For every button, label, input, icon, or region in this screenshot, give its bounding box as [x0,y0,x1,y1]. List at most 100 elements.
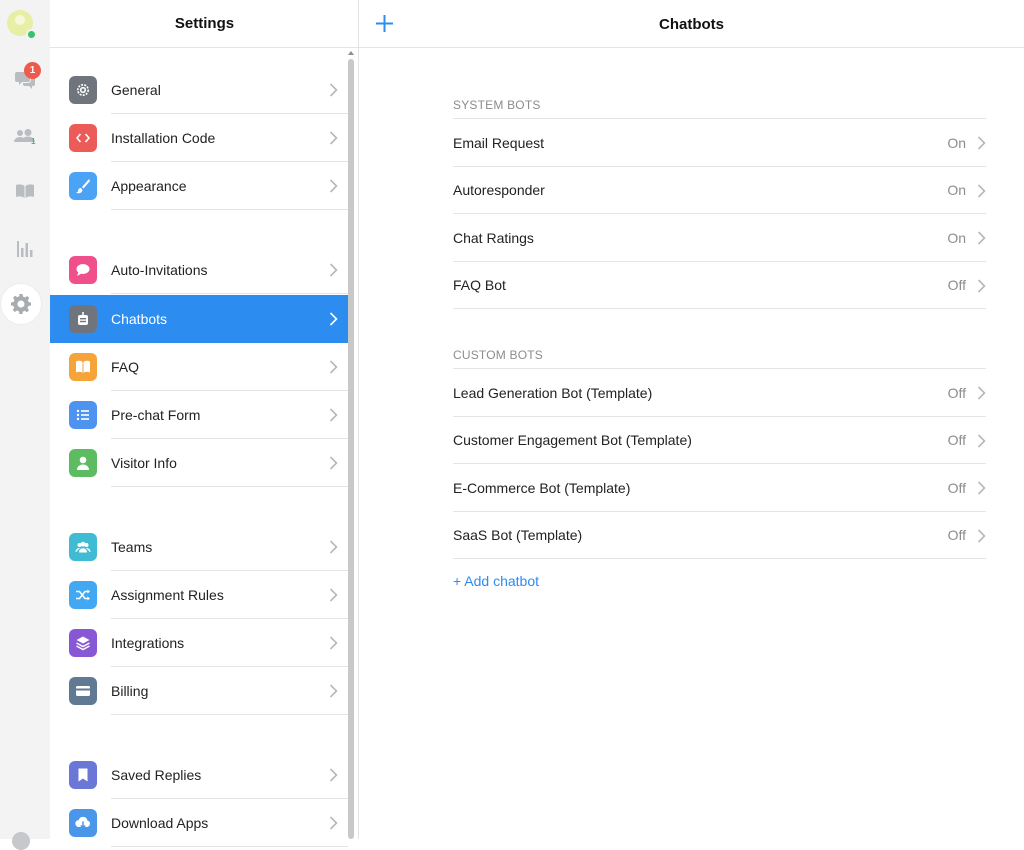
profile-menu-icon[interactable] [12,832,30,850]
settings-item-label: Appearance [111,178,187,194]
settings-item-billing[interactable]: Billing [50,667,348,715]
settings-item-label: Download Apps [111,815,209,831]
system-bots-heading: SYSTEM BOTS [453,98,541,112]
chevron-right-icon [329,360,338,374]
chevron-right-icon [977,433,986,448]
custom-bots-heading: CUSTOM BOTS [453,348,543,362]
settings-item-label: Pre-chat Form [111,407,201,423]
bot-row-e-commerce-bot-template[interactable]: E-Commerce Bot (Template) Off [453,463,986,511]
settings-item-teams[interactable]: Teams [50,523,348,571]
bot-row-lead-generation-bot-template[interactable]: Lead Generation Bot (Template) Off [453,368,986,416]
chevron-right-icon [329,816,338,830]
plus-icon [375,14,393,32]
visitors-count: 1 [31,137,36,146]
bot-row-saas-bot-template[interactable]: SaaS Bot (Template) Off [453,510,986,559]
settings-item-download-apps[interactable]: Download Apps [50,799,348,847]
chevron-right-icon [977,183,986,198]
chevron-right-icon [329,179,338,193]
settings-item-label: Assignment Rules [111,587,224,603]
settings-item-saved-replies[interactable]: Saved Replies [50,751,348,799]
team-icon [69,533,97,561]
settings-item-integrations[interactable]: Integrations [50,619,348,667]
settings-item-label: Saved Replies [111,767,202,783]
divider [111,714,348,715]
person-icon [69,449,97,477]
bot-row-email-request[interactable]: Email Request On [453,118,986,166]
add-chatbot-link[interactable]: + Add chatbot [453,573,539,589]
code-icon [69,124,97,152]
settings-scrollbar[interactable] [348,59,354,839]
nav-visitors[interactable] [0,113,50,159]
settings-panel: Settings General Installation Code Appeara… [50,0,359,847]
chevron-right-icon [977,386,986,400]
chevron-right-icon [329,83,338,97]
credit-card-icon [69,677,97,705]
chevron-right-icon [329,768,338,782]
settings-item-label: Teams [111,539,153,555]
speech-bubble-icon [69,256,97,284]
page-title: Chatbots [659,15,724,33]
chevron-right-icon [977,278,986,293]
bot-status: Off [947,432,966,448]
bot-name: Autoresponder [453,182,545,198]
settings-item-label: Billing [111,683,149,699]
nav-chats[interactable] [0,57,50,103]
settings-item-general[interactable]: General [50,66,348,114]
nav-reports[interactable] [0,225,50,271]
add-chatbot-button[interactable] [373,12,395,34]
bot-row-chat-ratings[interactable]: Chat Ratings On [453,213,986,261]
settings-item-label: Auto-Invitations [111,262,208,278]
brush-icon [69,172,97,200]
chevron-right-icon [329,588,338,602]
divider [111,846,348,847]
settings-item-label: Visitor Info [111,455,177,471]
bookmark-icon [69,761,97,789]
bot-status: Off [947,479,966,496]
settings-item-label: Installation Code [111,130,216,146]
bot-row-customer-engagement-bot-template[interactable]: Customer Engagement Bot (Template) Off [453,415,986,464]
divider [111,293,348,294]
settings-item-assignment-rules[interactable]: Assignment Rules [50,571,348,619]
book-icon [69,353,97,381]
nav-knowledge-base[interactable] [0,168,50,214]
bot-row-faq-bot[interactable]: FAQ Bot Off [453,260,986,309]
chats-unread-badge: 1 [24,62,41,79]
chatbots-header: Chatbots [359,0,1024,48]
gear-icon [69,76,97,104]
user-avatar[interactable] [7,10,37,40]
app-nav-rail: 1 1 [0,0,50,850]
bot-name: E-Commerce Bot (Template) [453,479,631,496]
bot-name: SaaS Bot (Template) [453,527,583,543]
settings-item-chatbots[interactable]: Chatbots [50,295,348,343]
settings-item-label: FAQ [111,359,140,375]
settings-item-auto-invitations[interactable]: Auto-Invitations [50,246,348,294]
gear-icon [11,294,31,314]
bot-status: On [947,182,966,198]
chevron-right-icon [977,231,986,245]
bot-status: Off [947,277,966,293]
settings-item-label: Integrations [111,635,185,651]
settings-item-pre-chat-form[interactable]: Pre-chat Form [50,391,348,439]
bot-name: Lead Generation Bot (Template) [453,384,653,401]
bot-name: FAQ Bot [453,277,506,293]
chevron-right-icon [329,684,338,698]
chevron-right-icon [329,636,338,650]
divider [111,209,348,210]
bot-row-autoresponder[interactable]: Autoresponder On [453,165,986,214]
nav-settings[interactable] [1,284,41,324]
settings-item-appearance[interactable]: Appearance [50,162,348,210]
chevron-right-icon [977,528,986,543]
cloud-download-icon [69,809,97,837]
settings-item-visitor-info[interactable]: Visitor Info [50,439,348,487]
bot-status: Off [947,527,966,543]
bot-name: Chat Ratings [453,229,534,246]
bot-name: Email Request [453,134,545,151]
chatbots-panel: Chatbots SYSTEM BOTS Email Request On Auto… [359,0,1024,839]
list-icon [69,401,97,429]
chevron-right-icon [977,136,986,150]
shuffle-icon [69,581,97,609]
book-icon [16,184,34,198]
settings-item-installation-code[interactable]: Installation Code [50,114,348,162]
scrollbar-up-arrow[interactable] [348,51,354,55]
settings-item-faq[interactable]: FAQ [50,343,348,391]
